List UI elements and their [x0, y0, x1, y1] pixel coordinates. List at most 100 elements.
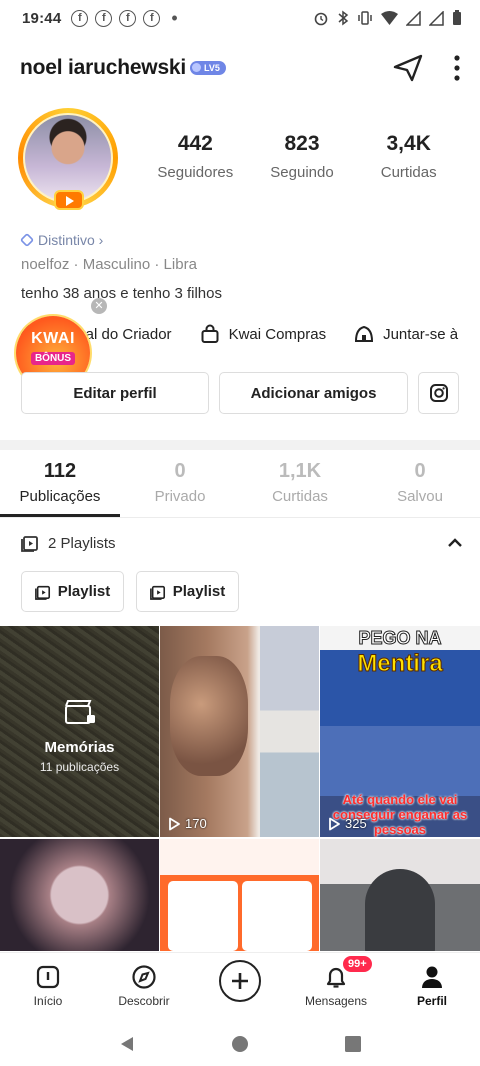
- system-navigation-bar: [0, 1022, 480, 1066]
- kwai-shop-link[interactable]: Kwai Compras: [200, 324, 327, 344]
- following-count: 823: [284, 132, 320, 155]
- followers-stat[interactable]: 442 Seguidores: [142, 132, 249, 181]
- alarm-icon: [314, 12, 328, 26]
- playlist-label: Playlist: [172, 583, 226, 600]
- nav-create[interactable]: [192, 953, 288, 1022]
- instagram-icon: [429, 384, 448, 402]
- thumbnail-image: [365, 869, 435, 951]
- username: noel iaruchewski: [20, 56, 187, 79]
- instagram-button[interactable]: [418, 372, 459, 414]
- more-options-icon[interactable]: [454, 55, 460, 81]
- home-circle-icon[interactable]: [231, 1035, 249, 1053]
- thumbnail-image: [170, 656, 248, 776]
- distintivo-label: Distintivo: [38, 232, 95, 248]
- nav-profile-label: Perfil: [416, 994, 447, 1008]
- more-notifications-dot-icon: •: [171, 7, 178, 28]
- thumbnail-image: [242, 881, 312, 951]
- recents-square-icon[interactable]: [344, 1035, 362, 1053]
- back-triangle-icon[interactable]: [118, 1035, 136, 1053]
- playlist-icon: [34, 585, 50, 600]
- content-tabs: 112 Publicações 0 Privado 1,1K Curtidas …: [0, 460, 480, 518]
- status-bar: 19:44 f f f f •: [0, 0, 480, 36]
- home-icon: [36, 965, 60, 989]
- wifi-icon: [381, 10, 398, 25]
- add-friends-button[interactable]: Adicionar amigos: [219, 372, 408, 414]
- followers-label: Seguidores: [157, 164, 234, 181]
- signal-icon: [429, 10, 444, 26]
- tab-publicacoes[interactable]: 112 Publicações: [0, 460, 120, 517]
- following-label: Seguindo: [270, 164, 334, 181]
- badge-hexagon-icon: [19, 232, 35, 248]
- nav-discover[interactable]: Descobrir: [96, 953, 192, 1022]
- edit-profile-button[interactable]: Editar perfil: [21, 372, 209, 414]
- close-icon[interactable]: ✕: [91, 298, 107, 314]
- thumbnail-headline: PEGO NA: [358, 628, 442, 649]
- profile-header: noel iaruchewski LV5: [20, 48, 460, 88]
- vibrate-icon: [358, 11, 372, 25]
- bluetooth-icon: [338, 10, 349, 26]
- following-stat[interactable]: 823 Seguindo: [249, 132, 356, 181]
- memories-info: Memórias 11 publicações: [0, 698, 159, 774]
- facebook-notification-icon: f: [95, 9, 113, 27]
- nav-messages-label: Mensagens: [304, 994, 368, 1008]
- compass-icon: [132, 965, 156, 989]
- nav-home[interactable]: Início: [0, 953, 96, 1022]
- play-outline-icon: [329, 817, 340, 830]
- video-thumbnail[interactable]: PEGO NA Mentira Até quando ele vai conse…: [320, 626, 480, 837]
- join-label: Juntar-se à: [383, 325, 459, 343]
- playlist-icon: [149, 585, 165, 600]
- video-thumbnail[interactable]: [160, 839, 319, 951]
- play-outline-icon: [169, 817, 180, 830]
- memories-clapper-icon: [64, 700, 95, 724]
- profile-actions: Editar perfil Adicionar amigos: [21, 372, 459, 414]
- level-badge[interactable]: LV5: [190, 61, 226, 75]
- battery-icon: [453, 10, 461, 25]
- facebook-notification-icon: f: [143, 9, 161, 27]
- signal-icon: [406, 10, 421, 26]
- bottom-navigation: Início Descobrir Mensagens 99+ Perfil: [0, 952, 480, 1022]
- playlists-row: Playlist Playlist: [21, 571, 239, 612]
- tab-privado[interactable]: 0 Privado: [120, 460, 240, 517]
- thumbnail-headline: Mentira: [357, 650, 443, 678]
- memories-title: Memórias: [44, 739, 115, 756]
- live-play-icon[interactable]: [54, 190, 84, 210]
- kwai-shop-label: Kwai Compras: [228, 325, 327, 343]
- tab-label: Salvou: [397, 488, 443, 505]
- kwai-bonus-subtitle: BÔNUS: [30, 352, 76, 365]
- playlists-header[interactable]: 2 Playlists: [21, 534, 463, 552]
- memories-count: 11 publicações: [39, 760, 120, 774]
- share-icon[interactable]: [392, 53, 424, 83]
- nav-home-label: Início: [33, 994, 63, 1008]
- profile-stats: 442 Seguidores 823 Seguindo 3,4K Curtida…: [142, 132, 462, 181]
- view-count-value: 170: [185, 816, 207, 831]
- likes-count: 3,4K: [386, 132, 431, 155]
- followers-count: 442: [177, 132, 213, 155]
- playlist-button[interactable]: Playlist: [136, 571, 239, 612]
- tab-label: Publicações: [19, 488, 101, 505]
- video-thumbnail[interactable]: [0, 839, 159, 951]
- tab-label: Curtidas: [272, 488, 328, 505]
- avatar[interactable]: [18, 108, 120, 212]
- thumbnail-image: [168, 881, 238, 951]
- video-thumbnail[interactable]: [320, 839, 480, 951]
- tab-curtidas[interactable]: 1,1K Curtidas: [240, 460, 360, 517]
- video-thumbnail[interactable]: 170: [160, 626, 319, 837]
- tab-label: Privado: [154, 488, 206, 505]
- tab-count: 0: [174, 460, 186, 482]
- memories-thumbnail[interactable]: Memórias 11 publicações: [0, 626, 159, 837]
- tab-salvou[interactable]: 0 Salvou: [360, 460, 480, 517]
- nav-profile[interactable]: Perfil: [384, 953, 480, 1022]
- playlists-count-label: 2 Playlists: [48, 534, 116, 552]
- likes-stat[interactable]: 3,4K Curtidas: [355, 132, 462, 181]
- kwai-bonus-title: KWAI: [31, 330, 75, 347]
- tab-count: 112: [43, 460, 77, 482]
- playlist-button[interactable]: Playlist: [21, 571, 124, 612]
- chevron-up-icon[interactable]: [447, 538, 463, 548]
- system-status-icons: [313, 10, 462, 26]
- chevron-right-icon: ›: [94, 232, 104, 248]
- nav-messages[interactable]: Mensagens 99+: [288, 953, 384, 1022]
- nav-discover-label: Descobrir: [118, 994, 170, 1008]
- profile-bio: tenho 38 anos e tenho 3 filhos: [21, 285, 222, 302]
- join-link[interactable]: Juntar-se à: [354, 324, 458, 344]
- distintivo-link[interactable]: Distintivo ›: [19, 232, 104, 248]
